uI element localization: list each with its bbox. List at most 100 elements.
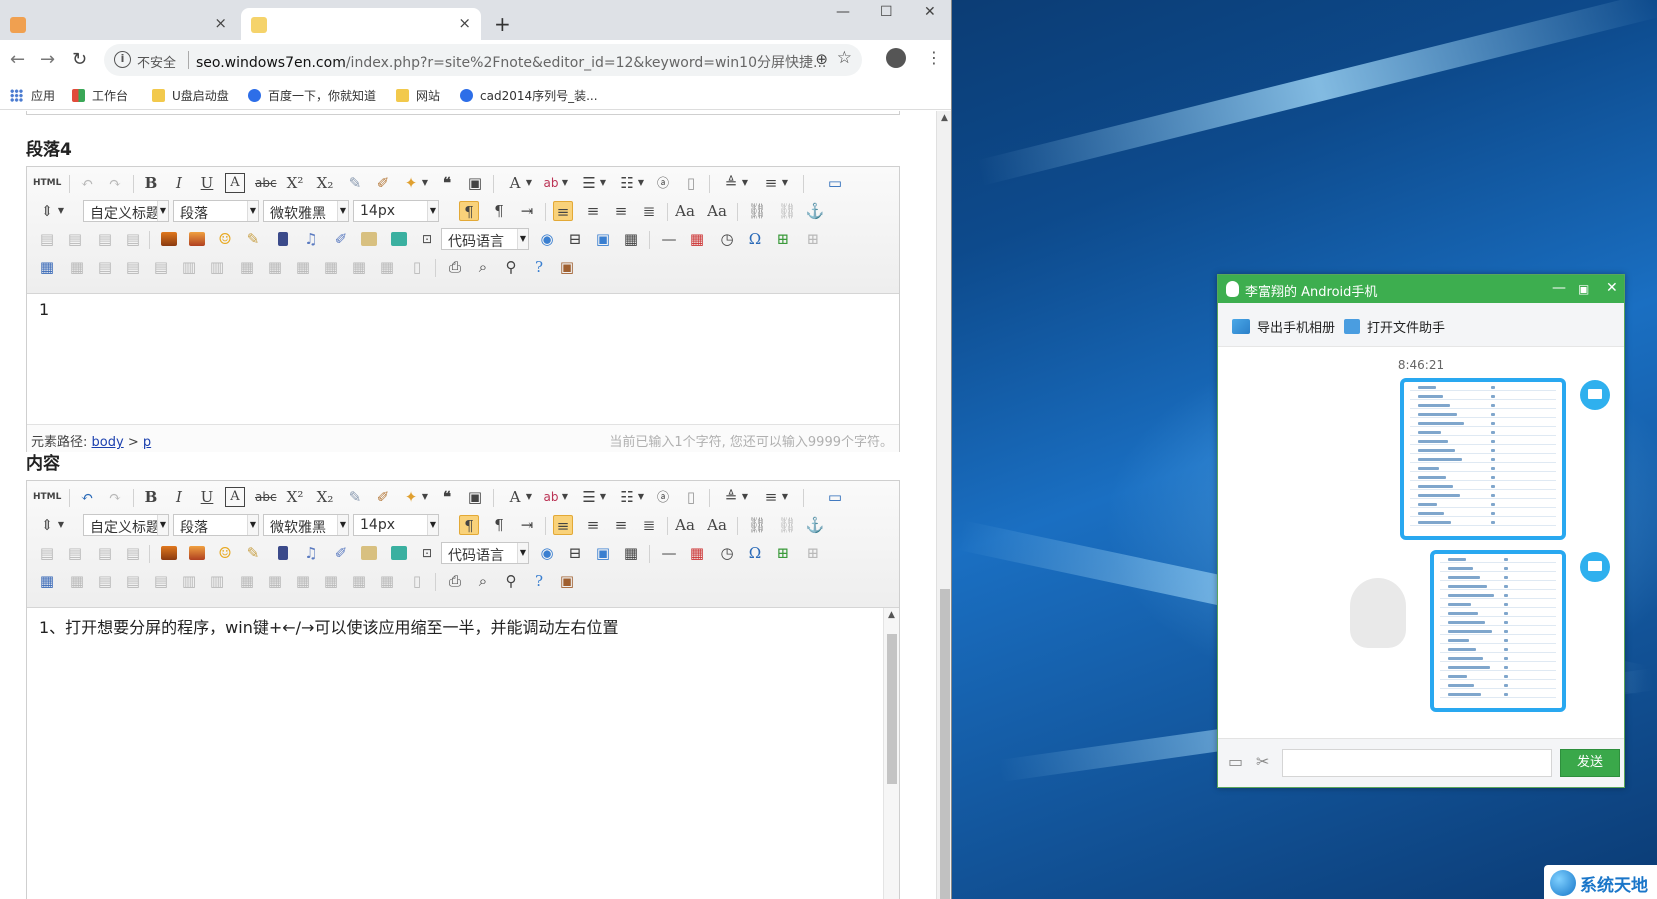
bookmark-baidu[interactable]: 百度一下，你就知道 xyxy=(248,87,376,104)
insert-col-icon[interactable]: ▥ xyxy=(179,257,199,277)
send-button[interactable]: 发送 xyxy=(1560,749,1620,777)
delete-row-icon[interactable]: ▤ xyxy=(151,257,171,277)
insert-image-icon[interactable] xyxy=(187,229,207,249)
insert-col-icon[interactable]: ▥ xyxy=(179,571,199,591)
simple-upload-icon[interactable] xyxy=(159,543,179,563)
redo-icon[interactable]: ↷ xyxy=(105,173,125,193)
qq-maximize-button[interactable]: ▣ xyxy=(1578,282,1589,296)
image-left-icon[interactable]: ▤ xyxy=(65,543,85,563)
anchor-icon[interactable]: ⚓ xyxy=(805,515,825,535)
strikethrough-icon[interactable]: abc xyxy=(255,173,277,193)
select-all-icon[interactable]: ⓐ xyxy=(653,487,673,507)
insert-frame-icon[interactable]: ⊡ xyxy=(417,543,437,563)
insert-paragraph-before-table-icon[interactable]: ▤ xyxy=(95,571,115,591)
scrawl-icon[interactable]: ✎ xyxy=(243,229,263,249)
subscript-icon[interactable]: X₂ xyxy=(315,487,335,507)
paste-plain-icon[interactable]: ▣ xyxy=(465,487,485,507)
insert-video-icon[interactable] xyxy=(273,229,293,249)
code-language-select[interactable]: 代码语言 ▼ xyxy=(441,542,529,564)
row-spacing-bottom-icon[interactable]: ≡ ▼ xyxy=(761,487,788,507)
minimize-button[interactable]: — xyxy=(836,4,850,20)
redo-icon[interactable]: ↷ xyxy=(105,487,125,507)
wordimage-icon[interactable]: ⊞ xyxy=(803,229,823,249)
paragraph-select[interactable]: 段落 ▼ xyxy=(173,514,259,536)
help-icon[interactable]: ? xyxy=(529,571,549,591)
strikethrough-icon[interactable]: abc xyxy=(255,487,277,507)
qq-close-button[interactable]: ✕ xyxy=(1606,280,1618,296)
time-icon[interactable]: ◷ xyxy=(717,229,737,249)
background-icon[interactable]: ▦ xyxy=(621,229,641,249)
bookmark-apps[interactable]: 应用 xyxy=(10,87,55,104)
background-color-icon[interactable]: ab ▼ xyxy=(541,173,569,193)
insert-row-icon[interactable]: ▤ xyxy=(123,571,143,591)
blockquote-icon[interactable]: ❝ xyxy=(437,173,457,193)
superscript-icon[interactable]: X² xyxy=(285,173,305,193)
send-file-folder-icon[interactable]: ▭ xyxy=(1228,752,1243,771)
insert-video-icon[interactable] xyxy=(273,543,293,563)
delete-table-icon[interactable]: ▦ xyxy=(67,571,87,591)
font-size-select[interactable]: 14px ▼ xyxy=(353,200,439,222)
search-replace-icon[interactable]: ⚲ xyxy=(501,571,521,591)
split-to-cols-icon[interactable]: ▦ xyxy=(377,257,397,277)
split-to-rows-icon[interactable]: ▦ xyxy=(349,257,369,277)
to-upper-case-icon[interactable]: Aa xyxy=(675,515,695,535)
clear-document-icon[interactable]: ▯ xyxy=(681,173,701,193)
font-family-select[interactable]: 微软雅黑 ▼ xyxy=(263,514,349,536)
web-app-icon[interactable]: ◉ xyxy=(537,543,557,563)
indent-icon[interactable]: ⇥ xyxy=(517,201,537,221)
insert-frame-icon[interactable]: ⊡ xyxy=(417,229,437,249)
ordered-list-icon[interactable]: ☰ ▼ xyxy=(579,173,606,193)
screenshot-scissors-icon[interactable]: ✂ xyxy=(1256,752,1269,771)
to-upper-case-icon[interactable]: Aa xyxy=(675,201,695,221)
account-avatar-icon[interactable] xyxy=(886,48,906,68)
message-input[interactable] xyxy=(1282,749,1552,777)
attachment-icon[interactable]: ✐ xyxy=(331,229,351,249)
page-scrollbar[interactable]: ▲ xyxy=(936,111,951,899)
date-icon[interactable]: ▦ xyxy=(687,543,707,563)
address-bar[interactable]: i 不安全 seo.windows7en.com/index.php?r=sit… xyxy=(104,44,862,76)
back-arrow-icon[interactable]: ← xyxy=(10,50,25,70)
scrawl-icon[interactable]: ✎ xyxy=(243,543,263,563)
forward-arrow-icon[interactable]: → xyxy=(40,50,55,70)
scroll-thumb[interactable] xyxy=(940,589,950,899)
align-justify-icon[interactable]: ≣ xyxy=(639,201,659,221)
path-body-link[interactable]: body xyxy=(92,435,124,450)
info-icon[interactable]: i xyxy=(114,51,131,68)
editor-2-paragraph[interactable]: 1、打开想要分屏的程序，win键+←/→可以使该应用缩至一半，并能调动左右位置 xyxy=(39,614,887,638)
split-to-cells-icon[interactable]: ▦ xyxy=(321,571,341,591)
insert-table-icon[interactable]: ▦ xyxy=(37,571,57,591)
image-right-icon[interactable]: ▤ xyxy=(95,229,115,249)
split-to-rows-icon[interactable]: ▦ xyxy=(349,571,369,591)
image-right-icon[interactable]: ▤ xyxy=(95,543,115,563)
print-icon[interactable]: ⎙ xyxy=(445,257,465,277)
delete-col-icon[interactable]: ▥ xyxy=(207,257,227,277)
tab-2-active[interactable]: × xyxy=(241,8,481,40)
undo-icon[interactable]: ↶ xyxy=(77,487,97,507)
insert-table-icon[interactable]: ▦ xyxy=(37,257,57,277)
unordered-list-icon[interactable]: ☷ ▼ xyxy=(617,487,644,507)
template-icon[interactable]: ▣ xyxy=(593,229,613,249)
web-app-icon[interactable]: ◉ xyxy=(537,229,557,249)
font-border-icon[interactable]: A xyxy=(225,173,245,193)
image-left-icon[interactable]: ▤ xyxy=(65,229,85,249)
editor-2-body[interactable]: 1、打开想要分屏的程序，win键+←/→可以使该应用缩至一半，并能调动左右位置 … xyxy=(27,608,899,899)
ltr-direction-icon[interactable]: ¶ xyxy=(459,515,479,535)
chart-icon[interactable]: ▯ xyxy=(407,257,427,277)
music-icon[interactable]: ♫ xyxy=(301,543,321,563)
delete-row-icon[interactable]: ▤ xyxy=(151,571,171,591)
reload-icon[interactable]: ↻ xyxy=(72,50,87,70)
zoom-icon[interactable]: ⊕ xyxy=(815,50,828,68)
rtl-direction-icon[interactable]: ¶ xyxy=(489,201,509,221)
font-size-select[interactable]: 14px ▼ xyxy=(353,514,439,536)
ltr-direction-icon[interactable]: ¶ xyxy=(459,201,479,221)
ordered-list-icon[interactable]: ☰ ▼ xyxy=(579,487,606,507)
row-spacing-top-icon[interactable]: ≜ ▼ xyxy=(721,487,748,507)
preview-icon[interactable]: ⌕ xyxy=(473,257,493,277)
split-to-cells-icon[interactable]: ▦ xyxy=(321,257,341,277)
unlink-icon[interactable]: ⛓ xyxy=(777,515,797,535)
emotion-icon[interactable]: ☺ xyxy=(215,229,235,249)
italic-icon[interactable]: I xyxy=(169,487,189,507)
bookmark-websites[interactable]: 网站 xyxy=(396,87,440,104)
subscript-icon[interactable]: X₂ xyxy=(315,173,335,193)
to-lower-case-icon[interactable]: Aa xyxy=(707,201,727,221)
